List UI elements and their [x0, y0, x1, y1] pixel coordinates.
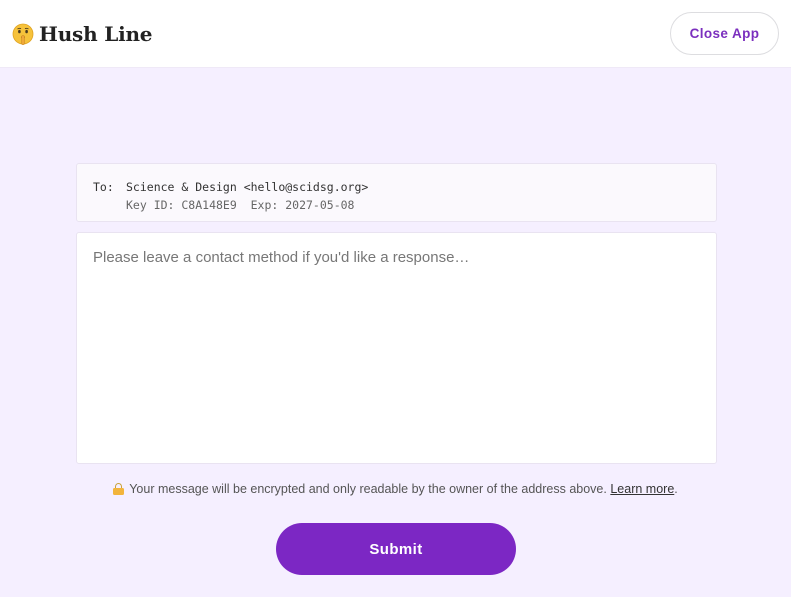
recipient-card: To: Science & Design <hello@scidsg.org> … — [76, 163, 717, 222]
shushing-face-emoji-icon — [12, 23, 34, 45]
learn-more-link[interactable]: Learn more — [610, 482, 674, 496]
recipient-key-info: Key ID: C8A148E9 Exp: 2027-05-08 — [126, 198, 355, 212]
recipient-row: To: Science & Design <hello@scidsg.org> — [93, 178, 716, 196]
encryption-notice-text: Your message will be encrypted and only … — [129, 482, 607, 496]
app-logo[interactable]: Hush Line — [12, 21, 153, 47]
recipient-name-email: Science & Design <hello@scidsg.org> — [126, 180, 369, 194]
notice-trailing: . — [674, 482, 678, 496]
submit-button[interactable]: Submit — [276, 523, 516, 575]
recipient-key-row: Key ID: C8A148E9 Exp: 2027-05-08 — [93, 196, 716, 214]
app-title: Hush Line — [39, 22, 153, 46]
encryption-notice: Your message will be encrypted and only … — [0, 482, 791, 496]
close-app-button[interactable]: Close App — [670, 12, 779, 55]
to-label: To: — [93, 180, 114, 194]
lock-icon — [113, 483, 125, 495]
message-textarea[interactable] — [76, 232, 717, 464]
app-header: Hush Line Close App — [0, 0, 791, 68]
